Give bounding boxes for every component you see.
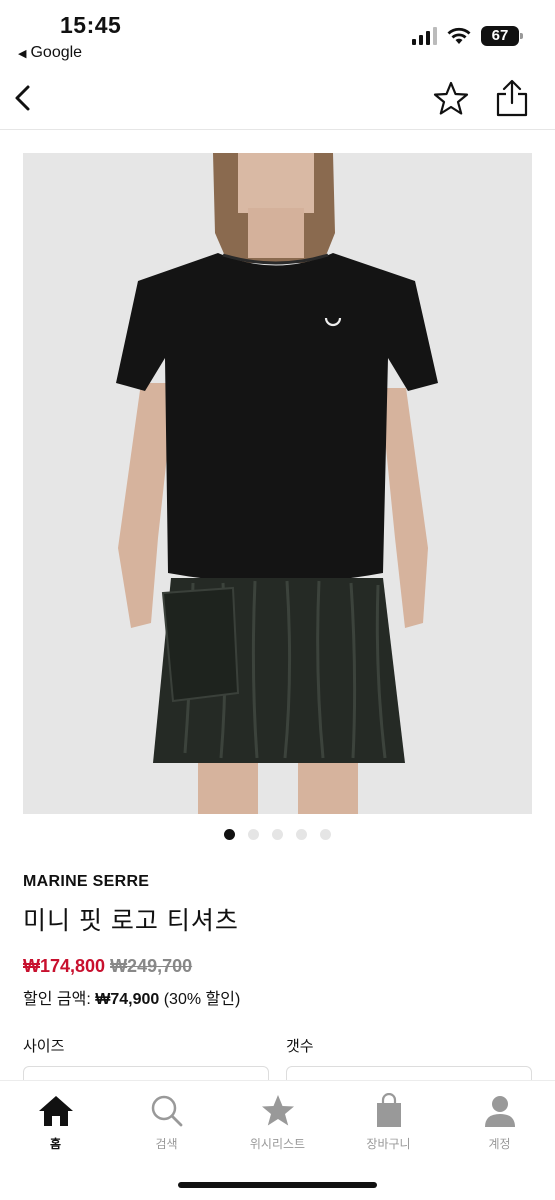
pager-dot[interactable] — [248, 829, 259, 840]
status-icons: 67 — [412, 26, 523, 46]
tab-account[interactable]: 계정 — [444, 1093, 555, 1152]
product-title: 미니 핏 로고 티셔츠 — [23, 907, 239, 935]
search-icon — [151, 1095, 182, 1127]
discount-label: 할인 금액: — [23, 991, 96, 1008]
tab-label: 장바구니 — [366, 1137, 411, 1151]
original-price: ₩249,700 — [110, 956, 193, 976]
pager-dot[interactable] — [272, 829, 283, 840]
battery-indicator: 67 — [481, 26, 523, 46]
tab-wishlist[interactable]: 위시리스트 — [222, 1093, 333, 1152]
tab-search[interactable]: 검색 — [111, 1093, 222, 1152]
product-photo-illustration — [23, 153, 532, 814]
discount-amount: ₩74,900 — [95, 991, 160, 1008]
chevron-left-icon[interactable] — [8, 80, 44, 116]
home-icon — [38, 1096, 73, 1126]
star-icon — [261, 1095, 294, 1126]
discount-info: 할인 금액: ₩74,900 (30% 할인) — [23, 985, 240, 1009]
back-app-label: Google — [30, 44, 83, 61]
price-row: ₩174,800 ₩249,700 — [23, 956, 192, 977]
home-indicator — [178, 1182, 377, 1188]
tab-label: 홈 — [49, 1137, 62, 1151]
pager-dot[interactable] — [224, 829, 235, 840]
brand-name[interactable]: MARINE SERRE — [23, 873, 149, 891]
image-pager[interactable] — [0, 829, 555, 840]
tab-label: 계정 — [488, 1137, 511, 1151]
user-icon — [484, 1096, 515, 1127]
share-icon[interactable] — [494, 78, 530, 118]
size-label: 사이즈 — [23, 1038, 65, 1055]
product-image[interactable] — [23, 153, 532, 814]
back-to-app-link[interactable]: ◀ Google — [18, 44, 82, 62]
tab-home[interactable]: 홈 — [0, 1093, 111, 1152]
tab-cart[interactable]: 장바구니 — [333, 1093, 444, 1152]
wifi-icon — [447, 27, 471, 44]
tab-label: 검색 — [155, 1137, 178, 1151]
nav-header — [0, 70, 555, 130]
quantity-label: 갯수 — [286, 1038, 314, 1055]
tab-label: 위시리스트 — [249, 1137, 306, 1151]
sale-price: ₩174,800 — [23, 956, 106, 976]
pager-dot[interactable] — [296, 829, 307, 840]
shopping-bag-icon — [376, 1093, 401, 1127]
status-time: 15:45 — [60, 12, 122, 38]
back-triangle-icon: ◀ — [18, 47, 27, 60]
discount-percent: (30% 할인) — [159, 991, 241, 1008]
pager-dot[interactable] — [320, 829, 331, 840]
cellular-signal-icon — [412, 27, 437, 45]
star-outline-icon[interactable] — [432, 80, 470, 118]
status-bar: 15:45 ◀ Google 67 — [0, 0, 555, 70]
